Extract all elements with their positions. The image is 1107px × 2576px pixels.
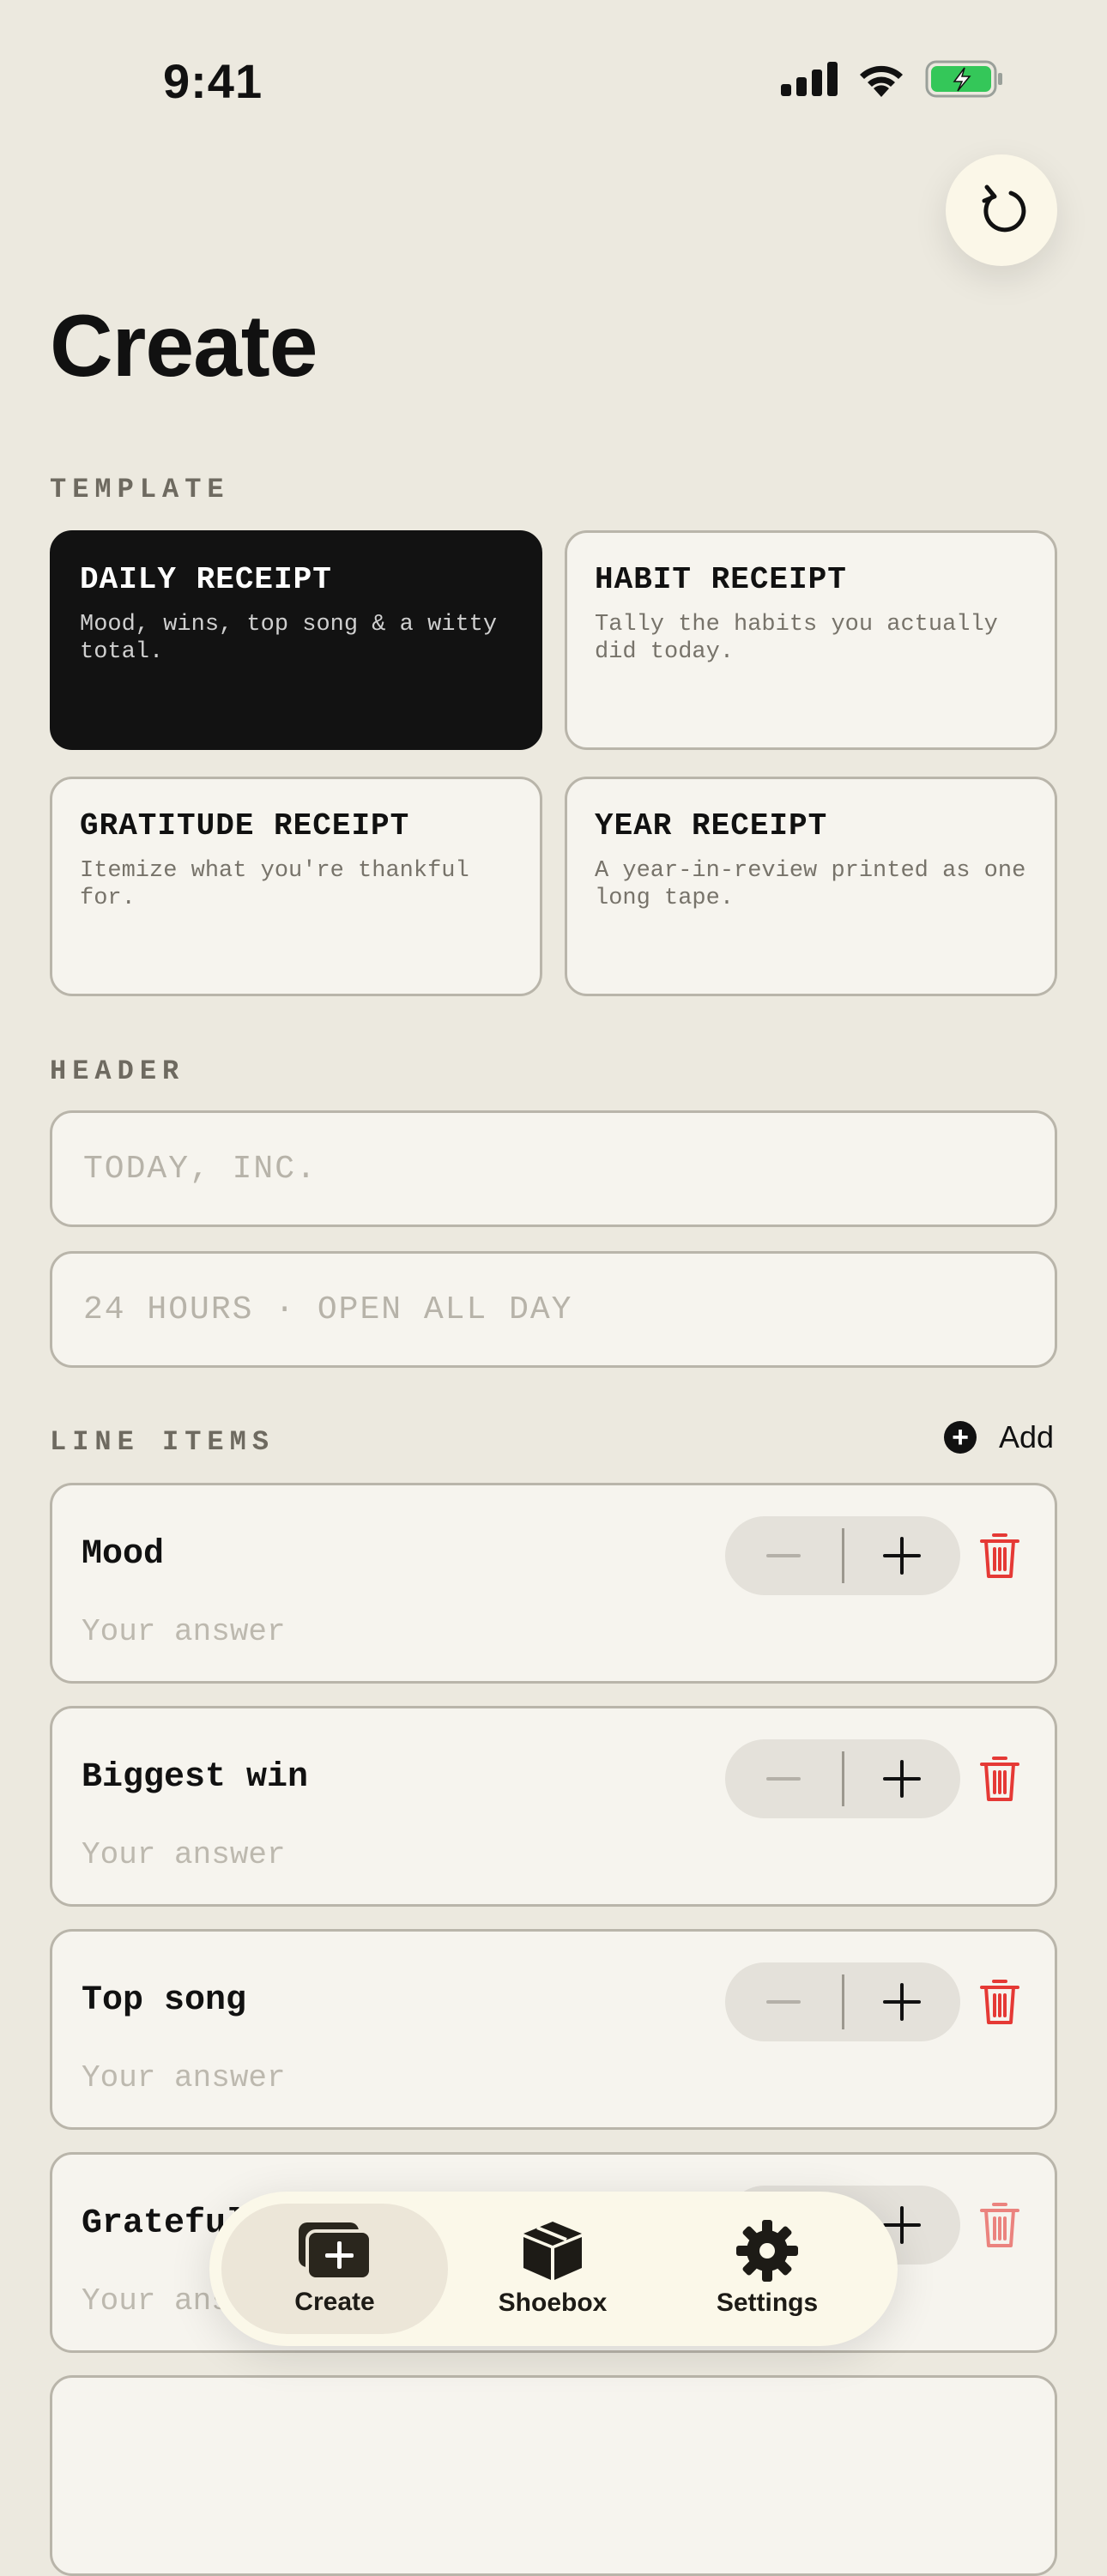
plus-icon (883, 1983, 922, 2021)
page-title: Create (50, 297, 318, 395)
template-card-description: A year-in-review printed as one long tap… (595, 858, 1026, 911)
tab-label: Settings (716, 2289, 819, 2317)
line-item-answer-input[interactable] (82, 1614, 682, 1649)
decrement-button[interactable] (725, 1516, 842, 1595)
line-item-name[interactable]: Biggest win (82, 1758, 308, 1797)
reset-icon (982, 184, 1026, 233)
increment-button[interactable] (844, 1962, 961, 2041)
template-card-description: Itemize what you're thankful for. (80, 858, 469, 911)
line-item-name[interactable]: Mood (82, 1535, 164, 1574)
line-item-stepper (725, 1739, 960, 1818)
header-title-input[interactable] (82, 1149, 1055, 1188)
template-card-gratitude-receipt[interactable]: GRATITUDE RECEIPT Itemize what you're th… (50, 777, 542, 996)
increment-button[interactable] (844, 1516, 961, 1595)
plus-icon (883, 1537, 922, 1575)
template-card-habit-receipt[interactable]: HABIT RECEIPT Tally the habits you actua… (565, 530, 1057, 750)
tab-shoebox[interactable]: Shoebox (458, 2204, 647, 2334)
trash-icon[interactable] (979, 1532, 1020, 1580)
line-item-stepper (725, 1516, 960, 1595)
minus-icon (765, 2000, 801, 2004)
line-item-card-partial (50, 2375, 1057, 2576)
header-subtitle-field[interactable] (50, 1251, 1057, 1368)
header-subtitle-input[interactable] (82, 1290, 1055, 1329)
tab-label: Create (294, 2288, 375, 2316)
template-card-year-receipt[interactable]: YEAR RECEIPT A year-in-review printed as… (565, 777, 1057, 996)
line-item-name[interactable]: Top song (82, 1981, 246, 2020)
trash-icon[interactable] (979, 2201, 1020, 2249)
battery-charging-icon (925, 60, 1002, 98)
line-item-answer-input[interactable] (82, 1837, 682, 1872)
template-section-label: TEMPLATE (50, 474, 230, 505)
template-card-title: GRATITUDE RECEIPT (80, 808, 410, 844)
cellular-signal-icon (781, 62, 838, 96)
tab-label: Shoebox (498, 2289, 608, 2317)
header-title-field[interactable] (50, 1110, 1057, 1227)
gear-icon (736, 2220, 798, 2282)
trash-icon[interactable] (979, 1755, 1020, 1803)
header-section-label: HEADER (50, 1055, 185, 1087)
box-icon (523, 2222, 582, 2280)
tab-settings[interactable]: Settings (673, 2204, 862, 2334)
wifi-icon (860, 65, 903, 97)
line-item-card: Top song (50, 1929, 1057, 2130)
create-icon (299, 2222, 372, 2281)
template-card-title: DAILY RECEIPT (80, 562, 332, 597)
line-item-stepper (725, 1962, 960, 2041)
template-card-daily-receipt[interactable]: DAILY RECEIPT Mood, wins, top song & a w… (50, 530, 542, 750)
reset-button[interactable] (946, 154, 1057, 266)
template-card-description: Mood, wins, top song & a witty total. (80, 612, 498, 665)
template-card-description: Tally the habits you actually did today. (595, 612, 998, 665)
add-line-item-button[interactable]: + Add (944, 1419, 1054, 1455)
plus-circle-icon: + (944, 1421, 977, 1454)
decrement-button[interactable] (725, 1962, 842, 2041)
line-item-card: Biggest win (50, 1706, 1057, 1907)
status-time: 9:41 (163, 54, 263, 108)
line-items-section-label: LINE ITEMS (50, 1426, 275, 1458)
minus-icon (765, 1777, 801, 1781)
tab-create[interactable]: Create (221, 2204, 448, 2334)
tab-bar: Create Shoebox Settings (209, 2192, 898, 2346)
add-label: Add (999, 1419, 1055, 1454)
minus-icon (765, 1554, 801, 1557)
template-card-title: YEAR RECEIPT (595, 808, 828, 844)
line-item-card: Mood (50, 1483, 1057, 1684)
line-item-answer-input[interactable] (82, 2060, 682, 2095)
trash-icon[interactable] (979, 1978, 1020, 2026)
decrement-button[interactable] (725, 1739, 842, 1818)
plus-icon (883, 1760, 922, 1798)
template-card-title: HABIT RECEIPT (595, 562, 847, 597)
status-icons (781, 60, 1004, 98)
increment-button[interactable] (844, 1739, 961, 1818)
